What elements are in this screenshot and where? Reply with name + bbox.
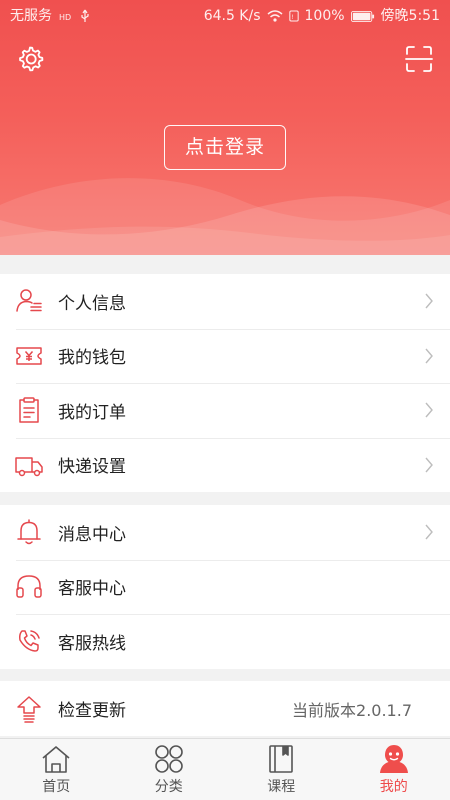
tab-label: 课程 [267, 779, 296, 795]
menu-item-label: 客服中心 [58, 579, 126, 600]
settings-gear-icon[interactable] [15, 44, 45, 74]
battery-percent: 100% [304, 8, 345, 24]
carrier-text: 无服务 [10, 8, 52, 24]
menu-item-label: 个人信息 [58, 293, 126, 314]
bell-icon [17, 519, 41, 545]
tab-label: 分类 [154, 779, 183, 795]
delivery-truck-icon [15, 457, 43, 476]
menu-item-label: 客服热线 [58, 633, 126, 654]
tab-home[interactable]: 首页 [0, 739, 113, 800]
chevron-right-icon [425, 457, 433, 473]
menu-item-message-center[interactable]: 消息中心 [0, 505, 450, 560]
home-icon [42, 746, 70, 773]
svg-text:!: ! [291, 15, 293, 21]
tab-label: 我的 [379, 779, 408, 795]
chevron-right-icon [425, 348, 433, 364]
phone-icon [19, 630, 40, 652]
category-icon [154, 745, 183, 773]
status-bar: 无服务 HD 64.5 K/s ! 100% 傍晚5:51 [0, 0, 450, 32]
tab-label: 首页 [42, 779, 71, 795]
wallet-icon [16, 347, 42, 365]
network-speed: 64.5 K/s [203, 8, 261, 24]
book-icon [269, 745, 294, 773]
menu-item-orders[interactable]: 我的订单 [0, 383, 450, 438]
usb-icon [81, 9, 89, 22]
menu-item-personal-info[interactable]: 个人信息 [0, 274, 450, 329]
menu-item-wallet[interactable]: 我的钱包 [0, 328, 450, 384]
order-icon [19, 397, 39, 423]
menu-item-hotline[interactable]: 客服热线 [0, 614, 450, 669]
battery-icon [350, 10, 374, 22]
tab-mine[interactable]: 我的 [338, 739, 450, 800]
chevron-right-icon [425, 524, 433, 540]
menu-item-check-update[interactable]: 检查更新 当前版本2.0.1.7 [0, 681, 450, 736]
upload-icon [17, 695, 41, 723]
headset-icon [16, 575, 42, 598]
scan-icon[interactable] [404, 44, 434, 74]
menu-item-customer-service[interactable]: 客服中心 [0, 559, 450, 615]
menu-item-label: 快递设置 [58, 457, 126, 478]
user-info-icon [16, 289, 42, 312]
service-menu-group: 消息中心 客服中心 客服热线 [0, 505, 450, 669]
login-button[interactable]: 点击登录 [164, 125, 286, 170]
menu-item-label: 我的钱包 [58, 348, 126, 369]
profile-header: 无服务 HD 64.5 K/s ! 100% 傍晚5:51 点击登录 [0, 0, 450, 255]
profile-icon [379, 745, 408, 773]
hd-icon: HD [59, 13, 71, 22]
wifi-icon [267, 10, 283, 22]
menu-item-label: 检查更新 [58, 701, 126, 721]
menu-item-label: 我的订单 [58, 402, 126, 423]
menu-item-delivery-settings[interactable]: 快递设置 [0, 437, 450, 493]
sim-icon: ! [288, 10, 299, 22]
clock-text: 傍晚5:51 [380, 8, 440, 24]
current-version-text: 当前版本2.0.1.7 [292, 700, 412, 720]
menu-item-label: 消息中心 [58, 524, 126, 545]
svg-text:HD: HD [59, 13, 71, 22]
profile-screen: 无服务 HD 64.5 K/s ! 100% 傍晚5:51 点击登录 个人信息 … [0, 0, 450, 800]
chevron-right-icon [425, 293, 433, 309]
account-menu-group: 个人信息 我的钱包 我的订单 快递设置 [0, 274, 450, 492]
tab-category[interactable]: 分类 [113, 739, 226, 800]
tab-course[interactable]: 课程 [225, 739, 338, 800]
update-menu-group: 检查更新 当前版本2.0.1.7 [0, 681, 450, 736]
bottom-tab-bar: 首页 分类 课程 我的 [0, 738, 450, 800]
chevron-right-icon [425, 402, 433, 418]
